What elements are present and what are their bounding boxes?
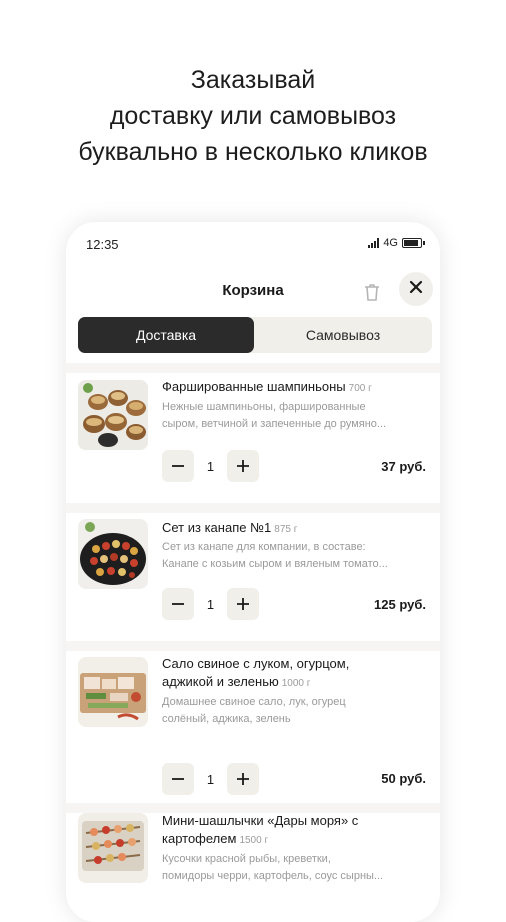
item-photo xyxy=(78,380,148,450)
item-description: Кусочки красной рыбы, креветки, помидоры… xyxy=(162,853,384,882)
item-photo xyxy=(78,519,148,589)
headline-line-2: доставку или самовывоз xyxy=(109,102,397,130)
quantity-value: 1 xyxy=(206,596,215,612)
increase-button[interactable] xyxy=(227,588,259,620)
increase-button[interactable] xyxy=(227,450,259,482)
quantity-value: 1 xyxy=(206,771,215,787)
item-price: 125 руб. xyxy=(374,597,426,612)
status-bar: 12:35 4G xyxy=(66,222,440,266)
item-name: Фаршированные шампиньоны 700 г xyxy=(162,379,372,394)
item-description: Сет из канапе для компании, в составе: К… xyxy=(162,541,388,570)
quantity-value: 1 xyxy=(206,458,215,474)
promo-headline: Заказывай доставку или самовывоз букваль… xyxy=(0,62,506,170)
plus-icon xyxy=(237,773,249,785)
item-weight: 700 г xyxy=(348,383,372,394)
trash-icon[interactable] xyxy=(360,280,384,304)
divider xyxy=(66,363,440,373)
minus-icon xyxy=(172,603,184,605)
headline-line-3: буквально в несколько кликов xyxy=(78,138,428,166)
divider xyxy=(66,503,440,513)
decrease-button[interactable] xyxy=(162,450,194,482)
plus-icon xyxy=(237,598,249,610)
quantity-stepper: 1 xyxy=(162,763,259,795)
tab-delivery[interactable]: Доставка xyxy=(78,317,254,353)
cart-item: Фаршированные шампиньоны 700 г Нежные шам… xyxy=(66,373,440,503)
item-weight: 1500 г xyxy=(239,835,269,846)
minus-icon xyxy=(172,465,184,467)
item-price: 37 руб. xyxy=(381,459,426,474)
increase-button[interactable] xyxy=(227,763,259,795)
nav-bar: Корзина xyxy=(66,272,440,312)
quantity-stepper: 1 xyxy=(162,588,259,620)
item-description: Домашнее свиное сало, лук, огурец солёны… xyxy=(162,696,346,725)
delivery-mode-switch: Доставка Самовывоз xyxy=(78,317,432,353)
decrease-button[interactable] xyxy=(162,588,194,620)
cart-item: Сало свиное с луком, огурцом, аджикой и … xyxy=(66,651,440,803)
headline-line-1: Заказывай xyxy=(190,66,316,94)
item-name: Мини-шашлычки «Дары моря» с картофелем 15… xyxy=(162,813,359,846)
cart-item: Сет из канапе №1 875 г Сет из канапе для … xyxy=(66,513,440,641)
battery-icon xyxy=(402,238,425,248)
status-time: 12:35 xyxy=(86,237,119,252)
item-description: Нежные шампиньоны, фаршированные сыром, … xyxy=(162,401,387,430)
item-photo xyxy=(78,657,148,727)
decrease-button[interactable] xyxy=(162,763,194,795)
close-button[interactable] xyxy=(399,272,433,306)
cart-item: Мини-шашлычки «Дары моря» с картофелем 15… xyxy=(66,813,440,922)
plus-icon xyxy=(237,460,249,472)
divider xyxy=(66,641,440,651)
network-label: 4G xyxy=(383,237,398,249)
item-name: Сет из канапе №1 875 г xyxy=(162,520,298,535)
quantity-stepper: 1 xyxy=(162,450,259,482)
item-weight: 875 г xyxy=(274,524,298,535)
phone-mockup: 12:35 4G Корзина Доставка Самовывоз Фарш… xyxy=(66,222,440,922)
minus-icon xyxy=(172,778,184,780)
item-weight: 1000 г xyxy=(281,678,311,689)
item-price: 50 руб. xyxy=(381,771,426,786)
close-icon xyxy=(409,280,423,299)
signal-icon xyxy=(368,238,380,248)
tab-pickup[interactable]: Самовывоз xyxy=(254,317,432,353)
item-name: Сало свиное с луком, огурцом, аджикой и … xyxy=(162,656,350,689)
item-photo xyxy=(78,813,148,883)
